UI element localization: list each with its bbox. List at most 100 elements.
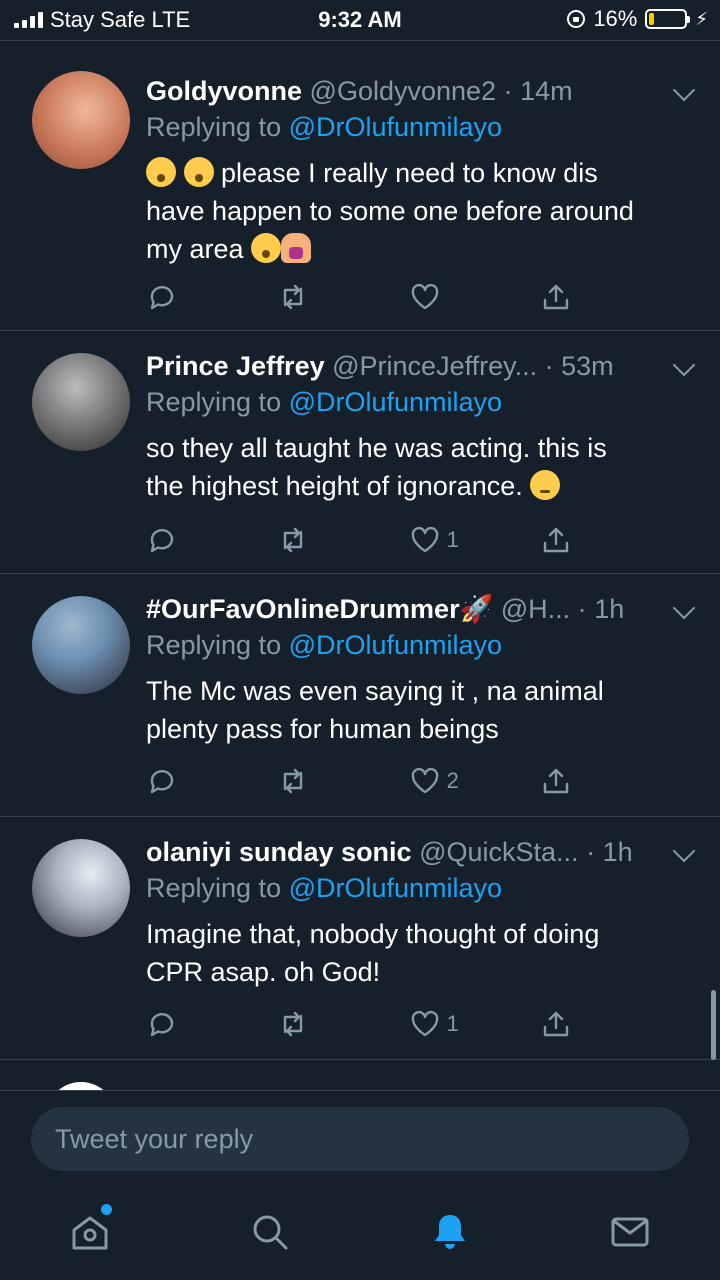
share-icon [543, 768, 569, 794]
tweet-header: Goldyvonne @Goldyvonne2 · 14m [146, 76, 573, 106]
astonished-emoji-icon [146, 157, 176, 187]
author-handle[interactable]: @QuickSta... [419, 837, 578, 867]
heart-icon [411, 767, 438, 794]
like-button[interactable] [409, 282, 469, 312]
partial-next-tweet [0, 1060, 720, 1090]
tweet-actions [146, 282, 600, 312]
avatar[interactable] [32, 596, 130, 694]
battery-percent: 16% [593, 6, 638, 31]
timestamp: 1h [602, 837, 633, 867]
author-handle[interactable]: @H... [501, 594, 570, 624]
reply-icon [150, 286, 174, 310]
author-name[interactable]: Prince Jeffrey [146, 351, 325, 381]
pensive-emoji-icon [530, 470, 561, 500]
mention-link[interactable]: @DrOlufunmilayo [289, 630, 502, 660]
avatar [46, 1082, 116, 1090]
tweet[interactable]: olaniyi sunday sonic @QuickSta... · 1h R… [0, 817, 720, 1060]
tweet[interactable]: Prince Jeffrey @PrinceJeffrey... · 53m R… [0, 331, 720, 574]
retweet-button[interactable] [277, 282, 337, 312]
replying-to: Replying to @DrOlufunmilayo [146, 387, 503, 417]
retweet-icon [284, 527, 303, 553]
tweet-text: so they all taught he was acting. this i… [146, 433, 607, 501]
share-button[interactable] [540, 1009, 600, 1039]
battery-icon [645, 9, 691, 29]
tweet[interactable]: Goldyvonne @Goldyvonne2 · 14m Replying t… [0, 56, 720, 331]
reply-icon [150, 1013, 174, 1037]
share-button[interactable] [540, 766, 600, 796]
notifications-icon [435, 1215, 465, 1249]
tweet-actions: 1 [146, 1009, 600, 1039]
reply-input[interactable]: Tweet your reply [31, 1107, 689, 1171]
reply-button[interactable] [146, 282, 206, 312]
tweet-text: please I really need to know dis have ha… [146, 157, 634, 264]
tweet-header: olaniyi sunday sonic @QuickSta... · 1h [146, 837, 633, 867]
like-button[interactable]: 1 [409, 525, 469, 555]
mention-link[interactable]: @DrOlufunmilayo [289, 873, 502, 903]
astonished-emoji-icon [251, 233, 282, 263]
reply-icon [150, 529, 174, 553]
avatar[interactable] [32, 353, 130, 451]
tweet-text: Imagine that, nobody thought of doing CP… [146, 919, 600, 987]
tab-bar [0, 1180, 720, 1280]
author-name[interactable]: #OurFavOnlineDrummer [146, 594, 460, 624]
like-count: 2 [446, 768, 459, 793]
divider [0, 40, 720, 41]
share-icon [543, 284, 569, 310]
share-button[interactable] [540, 282, 600, 312]
author-name[interactable]: Goldyvonne [146, 76, 302, 106]
tweet[interactable]: #OurFavOnlineDrummer🚀 @H... · 1h Replyin… [0, 574, 720, 817]
replying-to: Replying to @DrOlufunmilayo [146, 630, 503, 660]
reply-button[interactable] [146, 766, 206, 796]
rocket-emoji-icon: 🚀 [459, 594, 494, 624]
retweet-button[interactable] [277, 766, 337, 796]
reply-button[interactable] [146, 1009, 206, 1039]
like-button[interactable]: 1 [409, 1009, 469, 1039]
tweet-actions: 2 [146, 766, 600, 796]
reply-icon [150, 770, 174, 794]
astonished-emoji-icon [183, 157, 214, 187]
timestamp: 1h [594, 594, 625, 624]
retweet-icon [284, 1011, 303, 1037]
heart-icon [411, 526, 438, 553]
home-icon [72, 1216, 108, 1250]
new-content-dot [101, 1204, 112, 1215]
messages-icon [611, 1217, 649, 1247]
retweet-button[interactable] [277, 1009, 337, 1039]
tweet-actions: 1 [146, 525, 600, 555]
like-button[interactable]: 2 [409, 766, 469, 796]
avatar[interactable] [32, 839, 130, 937]
tweet-header: #OurFavOnlineDrummer🚀 @H... · 1h [146, 594, 625, 624]
share-icon [543, 527, 569, 553]
like-count: 1 [446, 1011, 459, 1036]
retweet-icon [284, 284, 303, 310]
author-handle[interactable]: @PrinceJeffrey... [332, 351, 537, 381]
heart-icon [411, 283, 438, 310]
reply-button[interactable] [146, 525, 206, 555]
tab-search[interactable] [240, 1202, 300, 1262]
timestamp: 53m [561, 351, 614, 381]
tab-notifications[interactable] [420, 1202, 480, 1262]
like-count: 1 [446, 527, 459, 552]
retweet-icon [284, 768, 303, 794]
mention-link[interactable]: @DrOlufunmilayo [289, 387, 502, 417]
tab-messages[interactable] [600, 1202, 660, 1262]
timestamp: 14m [520, 76, 573, 106]
search-icon [253, 1215, 288, 1250]
tab-home[interactable] [60, 1202, 120, 1262]
reply-composer: Tweet your reply [0, 1090, 720, 1181]
author-name[interactable]: olaniyi sunday sonic [146, 837, 412, 867]
author-handle[interactable]: @Goldyvonne2 [310, 76, 497, 106]
status-bar: Stay Safe LTE 9:32 AM 16% ⚡ [0, 0, 720, 40]
avatar[interactable] [32, 71, 130, 169]
shrug-emoji-icon [281, 233, 312, 263]
share-button[interactable] [540, 525, 600, 555]
share-icon [543, 1011, 569, 1037]
tweet-text: The Mc was even saying it , na animal pl… [146, 676, 604, 744]
retweet-button[interactable] [277, 525, 337, 555]
heart-icon [411, 1010, 438, 1037]
orientation-lock-icon [567, 10, 586, 28]
mention-link[interactable]: @DrOlufunmilayo [289, 112, 502, 142]
scrollbar[interactable] [711, 990, 716, 1060]
replying-to: Replying to @DrOlufunmilayo [146, 112, 503, 142]
charging-icon: ⚡ [695, 8, 708, 29]
